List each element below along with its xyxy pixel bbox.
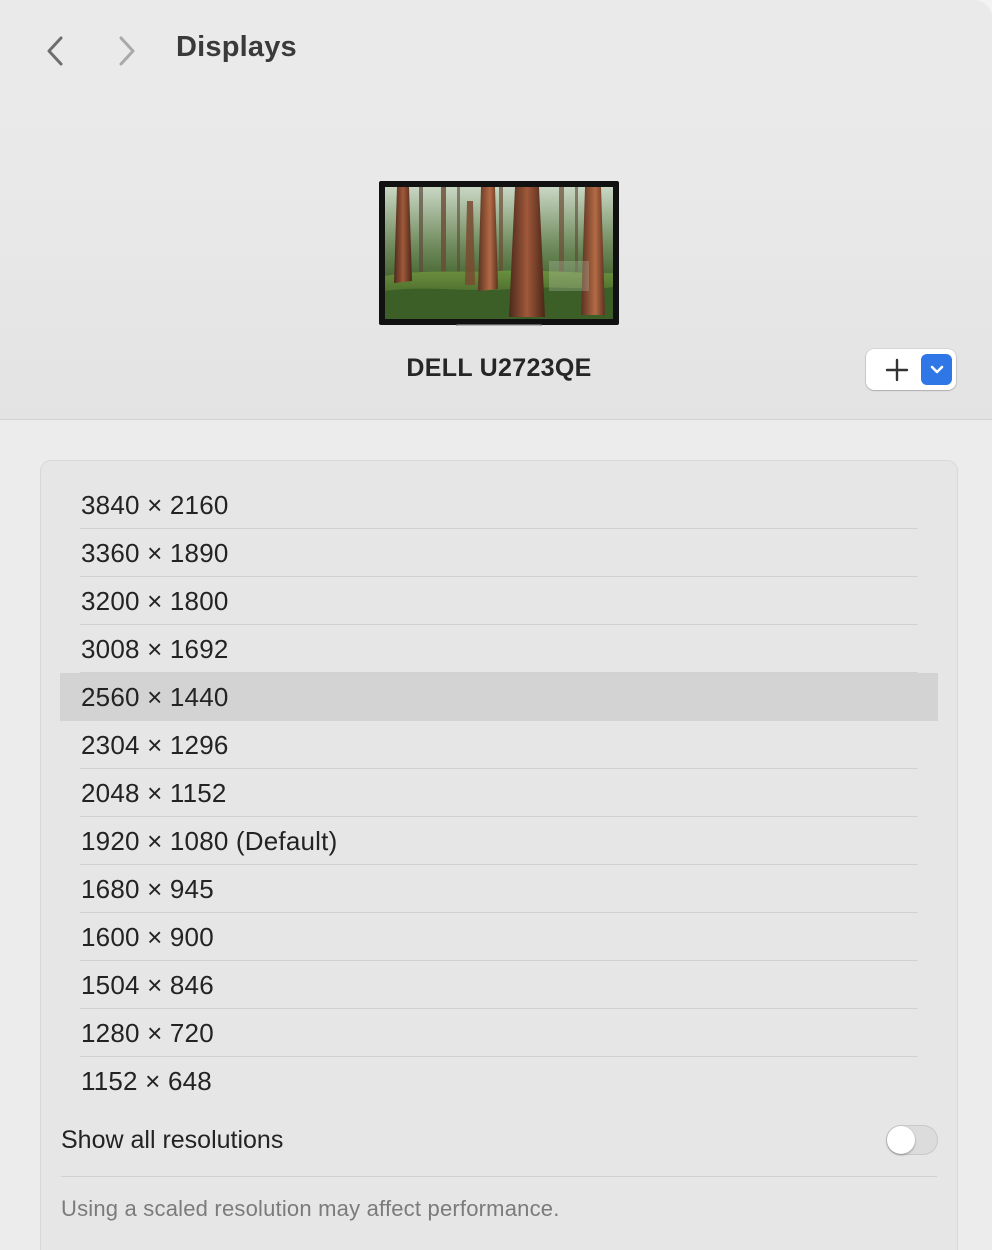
back-button[interactable] — [38, 30, 72, 72]
resolution-option[interactable]: 3200 × 1800 — [60, 577, 938, 625]
resolution-label: 3360 × 1890 — [81, 538, 229, 568]
displays-window: Displays DELL U2723QE 3840 × 2160 3360 ×… — [0, 0, 992, 1250]
resolution-option-default[interactable]: 1920 × 1080 (Default) — [60, 817, 938, 865]
forward-button[interactable] — [110, 30, 144, 72]
resolution-label: 3200 × 1800 — [81, 586, 229, 616]
display-header: Displays DELL U2723QE — [0, 0, 992, 420]
resolution-option[interactable]: 3008 × 1692 — [60, 625, 938, 673]
resolution-label: 1600 × 900 — [81, 922, 214, 952]
resolution-option[interactable]: 1600 × 900 — [60, 913, 938, 961]
resolution-option[interactable]: 2304 × 1296 — [60, 721, 938, 769]
resolution-option[interactable]: 1280 × 720 — [60, 1009, 938, 1057]
chevron-right-icon — [119, 36, 135, 66]
display-name: DELL U2723QE — [406, 354, 592, 382]
add-display-button[interactable] — [874, 354, 920, 385]
resolution-label: 2560 × 1440 — [81, 682, 229, 712]
resolution-option[interactable]: 1680 × 945 — [60, 865, 938, 913]
divider — [61, 1176, 937, 1177]
resolution-label: 1280 × 720 — [81, 1018, 214, 1048]
resolution-label: 1920 × 1080 (Default) — [81, 826, 338, 856]
resolution-label: 2048 × 1152 — [81, 778, 227, 808]
show-all-resolutions-label: Show all resolutions — [61, 1126, 284, 1154]
page-title: Displays — [176, 31, 297, 63]
add-display-control — [866, 349, 956, 390]
resolution-label: 3840 × 2160 — [81, 490, 229, 520]
add-display-menu-button[interactable] — [921, 354, 952, 385]
resolution-list: 3840 × 2160 3360 × 1890 3200 × 1800 3008… — [60, 481, 938, 1105]
resolution-label: 1504 × 846 — [81, 970, 214, 1000]
show-all-resolutions-row: Show all resolutions — [41, 1118, 957, 1162]
performance-note: Using a scaled resolution may affect per… — [61, 1196, 560, 1221]
resolution-option-selected[interactable]: 2560 × 1440 — [60, 673, 938, 721]
show-all-resolutions-toggle[interactable] — [886, 1125, 938, 1155]
resolution-panel: 3840 × 2160 3360 × 1890 3200 × 1800 3008… — [40, 460, 958, 1250]
plus-icon — [885, 358, 909, 381]
chevron-down-icon — [930, 365, 943, 373]
toggle-knob — [887, 1126, 915, 1154]
resolution-option[interactable]: 1152 × 648 — [60, 1057, 938, 1105]
resolution-option[interactable]: 3840 × 2160 — [60, 481, 938, 529]
resolution-label: 1152 × 648 — [81, 1066, 212, 1096]
resolution-option[interactable]: 2048 × 1152 — [60, 769, 938, 817]
resolution-label: 2304 × 1296 — [81, 730, 229, 760]
monitor-thumbnail[interactable] — [379, 181, 619, 326]
resolution-label: 1680 × 945 — [81, 874, 214, 904]
resolution-option[interactable]: 3360 × 1890 — [60, 529, 938, 577]
chevron-left-icon — [47, 36, 63, 66]
resolution-label: 3008 × 1692 — [81, 634, 229, 664]
resolution-option[interactable]: 1504 × 846 — [60, 961, 938, 1009]
